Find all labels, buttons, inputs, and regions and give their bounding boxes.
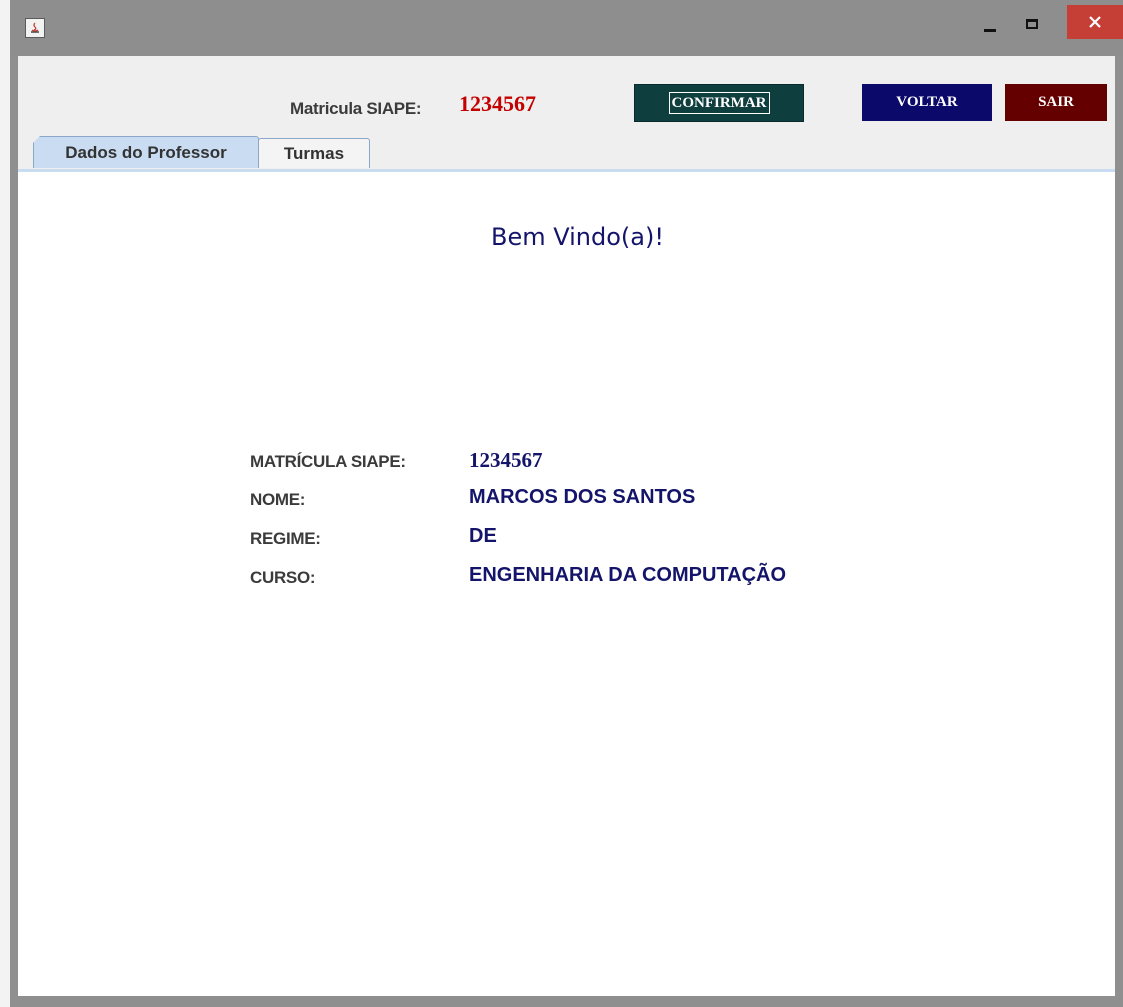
client-area: Matricula SIAPE: 1234567 CONFIRMAR VOLTA… <box>18 56 1115 996</box>
minimize-icon <box>984 28 996 32</box>
professor-data-panel: Bem Vindo(a)! MATRÍCULA SIAPE: 1234567 N… <box>18 169 1115 996</box>
welcome-heading: Bem Vindo(a)! <box>491 223 664 251</box>
course-value: ENGENHARIA DA COMPUTAÇÃO <box>469 564 787 586</box>
tab-label: Dados do Professor <box>65 142 227 162</box>
regime-label: REGIME: <box>250 529 321 548</box>
app-window: Matricula SIAPE: 1234567 CONFIRMAR VOLTA… <box>10 0 1123 1007</box>
window-bottom-border <box>18 996 1115 1007</box>
name-value: MARCOS DOS SANTOS <box>469 486 696 508</box>
siape-value: 1234567 <box>469 448 543 472</box>
exit-button[interactable]: SAIR <box>1005 84 1107 121</box>
back-button[interactable]: VOLTAR <box>862 84 992 121</box>
minimize-button[interactable] <box>970 7 1010 41</box>
siape-label: MATRÍCULA SIAPE: <box>250 452 406 471</box>
tab-turmas[interactable]: Turmas <box>258 138 370 168</box>
title-bar[interactable] <box>10 0 1123 56</box>
siape-header-label: Matricula SIAPE: <box>290 99 422 118</box>
maximize-icon <box>1026 19 1038 29</box>
confirm-button-label: CONFIRMAR <box>668 92 770 114</box>
java-app-icon[interactable] <box>25 18 45 38</box>
close-icon <box>1089 16 1101 28</box>
course-label: CURSO: <box>250 568 316 587</box>
name-label: NOME: <box>250 490 306 509</box>
maximize-button[interactable] <box>1012 7 1052 41</box>
tab-label: Turmas <box>283 143 345 163</box>
tab-dados-do-professor[interactable]: Dados do Professor <box>33 136 259 168</box>
desktop-background <box>0 0 10 1007</box>
regime-value: DE <box>469 525 497 547</box>
close-button[interactable] <box>1067 5 1123 39</box>
siape-header-value: 1234567 <box>459 91 536 116</box>
confirm-button[interactable]: CONFIRMAR <box>634 84 804 122</box>
